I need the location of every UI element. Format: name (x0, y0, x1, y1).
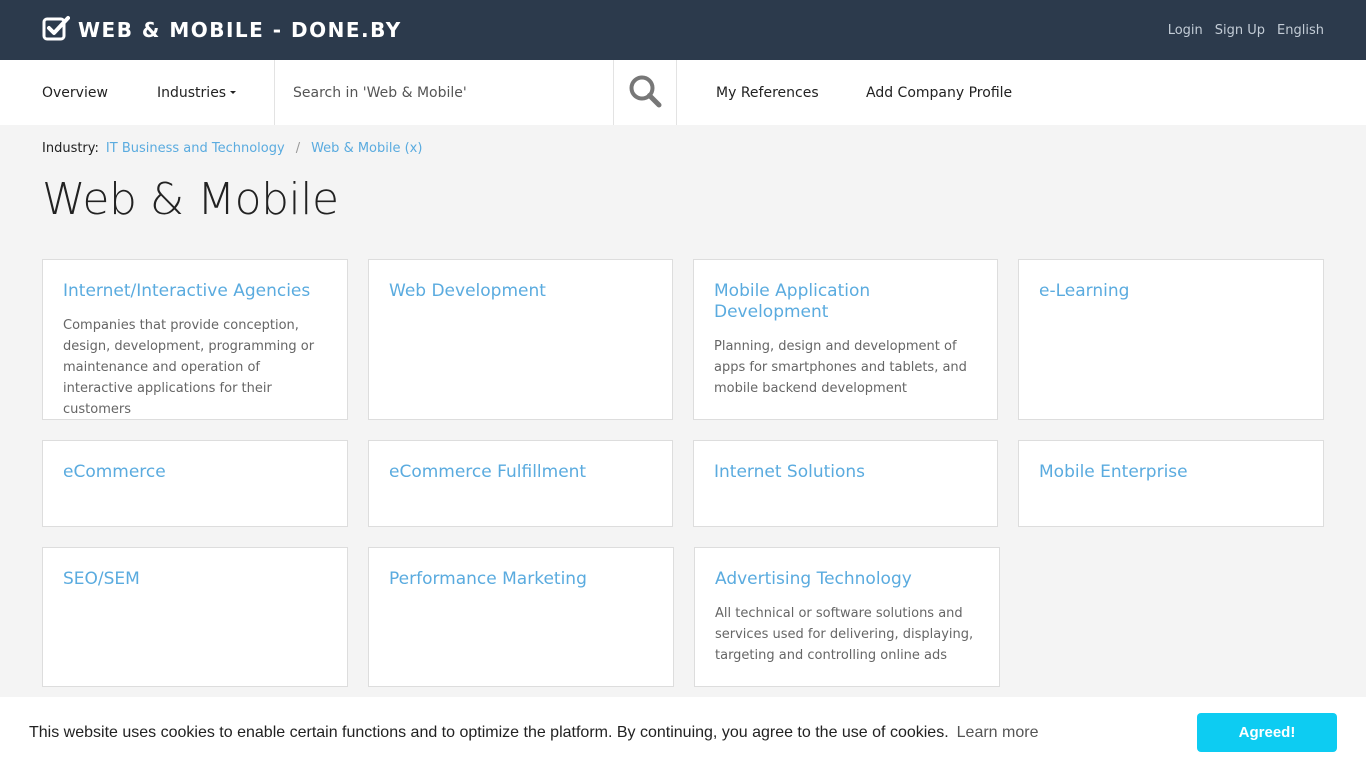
card-description: Companies that provide conception, desig… (63, 318, 315, 417)
caret-down-icon (230, 91, 237, 94)
card-title[interactable]: e-Learning (1039, 281, 1303, 302)
card-title[interactable]: eCommerce (63, 462, 327, 483)
breadcrumb-label: Industry: (42, 141, 99, 156)
cookie-banner: This website uses cookies to enable cert… (0, 697, 1366, 768)
card-description: All technical or software solutions and … (715, 606, 974, 663)
category-card[interactable]: Performance Marketing (368, 547, 674, 687)
card-title[interactable]: Internet/Interactive Agencies (63, 281, 327, 302)
language-link[interactable]: English (1277, 23, 1324, 38)
breadcrumb-item-it-business[interactable]: IT Business and Technology (106, 141, 285, 156)
account-links: Login Sign Up English (1168, 23, 1324, 38)
cookie-message: This website uses cookies to enable cert… (29, 723, 949, 741)
category-card[interactable]: SEO/SEM (42, 547, 348, 687)
nav-industries-dropdown[interactable]: Industries (157, 60, 274, 125)
card-title[interactable]: Performance Marketing (389, 569, 653, 590)
top-bar: WEB & MOBILE - DONE.BY Login Sign Up Eng… (0, 0, 1366, 60)
page-title: Web & Mobile (42, 174, 339, 225)
nav-add-company-profile[interactable]: Add Company Profile (866, 60, 1012, 125)
main-content: Industry: IT Business and Technology / W… (0, 141, 1366, 225)
category-card[interactable]: Mobile Enterprise (1018, 440, 1324, 527)
category-card[interactable]: e-Learning (1018, 259, 1324, 420)
brand-logo[interactable]: WEB & MOBILE - DONE.BY (42, 15, 402, 45)
main-nav: Overview Industries My References Add Co… (0, 60, 1366, 125)
signup-link[interactable]: Sign Up (1215, 23, 1265, 38)
breadcrumb: Industry: IT Business and Technology / W… (42, 141, 1324, 156)
cookie-learn-more-link[interactable]: Learn more (957, 724, 1039, 742)
checkbox-check-icon (42, 15, 70, 45)
card-title[interactable]: Mobile Enterprise (1039, 462, 1303, 483)
nav-my-references[interactable]: My References (716, 60, 866, 125)
nav-overview[interactable]: Overview (42, 60, 157, 125)
card-title[interactable]: eCommerce Fulfillment (389, 462, 652, 483)
nav-industries-label: Industries (157, 84, 227, 101)
category-card[interactable]: Internet Solutions (693, 440, 998, 527)
login-link[interactable]: Login (1168, 23, 1203, 38)
category-card[interactable]: eCommerce Fulfillment (368, 440, 673, 527)
brand-name: WEB & MOBILE - DONE.BY (78, 18, 402, 42)
search-icon (628, 74, 662, 112)
search-input[interactable] (293, 84, 613, 101)
category-card[interactable]: Internet/Interactive Agencies Companies … (42, 259, 348, 420)
category-card[interactable]: Mobile Application Development Planning,… (693, 259, 998, 420)
search-button[interactable] (614, 60, 677, 125)
card-title[interactable]: Advertising Technology (715, 569, 979, 590)
category-card[interactable]: eCommerce (42, 440, 348, 527)
card-title[interactable]: Internet Solutions (714, 462, 977, 483)
card-title[interactable]: SEO/SEM (63, 569, 327, 590)
search-box (274, 60, 614, 125)
cookie-agree-button[interactable]: Agreed! (1197, 713, 1337, 752)
card-title[interactable]: Web Development (389, 281, 652, 302)
breadcrumb-separator: / (295, 141, 301, 156)
breadcrumb-item-web-mobile[interactable]: Web & Mobile (x) (311, 141, 422, 156)
card-description: Planning, design and development of apps… (714, 339, 967, 396)
card-title[interactable]: Mobile Application Development (714, 281, 914, 323)
category-card[interactable]: Web Development (368, 259, 673, 420)
category-card[interactable]: Advertising Technology All technical or … (694, 547, 1000, 687)
